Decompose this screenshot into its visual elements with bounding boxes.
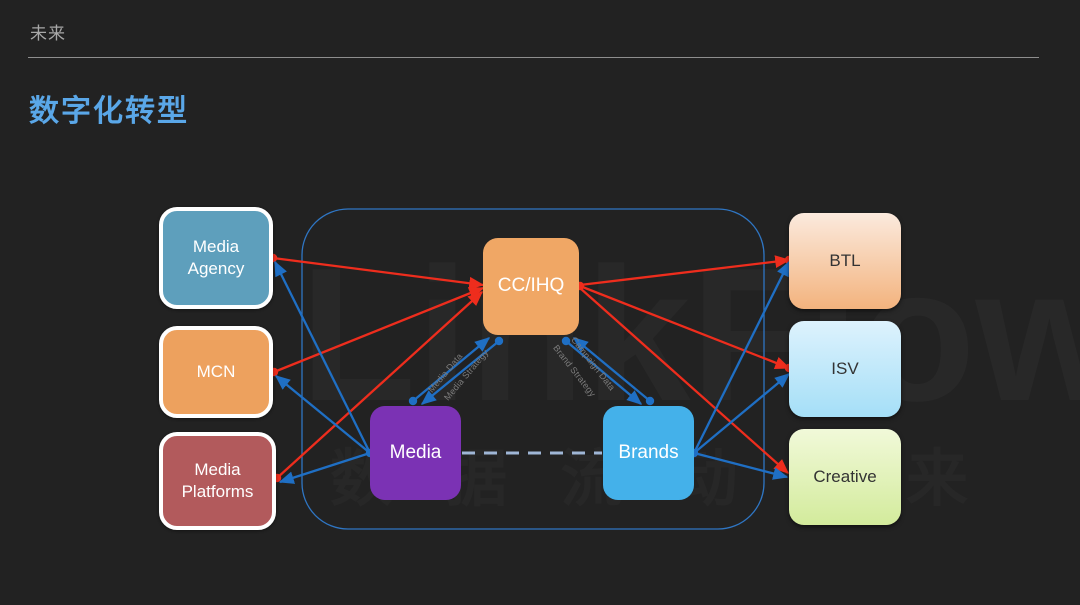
blue-endpoint-cc-bottom-right — [561, 336, 571, 346]
node-cc-ihq[interactable]: CC/IHQ — [483, 238, 579, 335]
node-media-platforms[interactable]: Media Platforms — [159, 432, 276, 530]
node-btl[interactable]: BTL — [789, 213, 901, 309]
node-brands[interactable]: Brands — [603, 406, 694, 500]
blue-edge-brands-to-cc — [572, 337, 651, 402]
red-edge-mcn-cc — [273, 286, 485, 374]
node-mcn[interactable]: MCN — [159, 326, 273, 418]
node-cc-ihq-label: CC/IHQ — [497, 275, 565, 297]
blue-edge-media-to-cc — [412, 337, 491, 402]
node-btl-label: BTL — [829, 251, 861, 271]
node-isv[interactable]: ISV — [789, 321, 901, 417]
blue-edge-media-to-mcn — [274, 375, 371, 454]
edge-label-brand-strategy: Brand Strategy — [551, 343, 598, 399]
slide-canvas: 未来 数字化转型 LinkFlow 数 据 流 动 起 来 — [0, 0, 1080, 605]
red-edge-cc-btl — [579, 255, 791, 287]
blue-edge-brands-to-isv — [693, 373, 791, 454]
edge-label-media-strategy: Media Strategy — [442, 347, 491, 403]
blue-endpoint-brands-top — [645, 396, 655, 406]
blue-endpoint-media-top — [408, 396, 418, 406]
digital-transformation-diagram: Media Data Media Strategy Brand Strategy… — [0, 0, 1080, 605]
blue-edge-cc-to-brands — [565, 340, 643, 405]
blue-endpoint-cc-bottom-left — [494, 336, 504, 346]
node-brands-label: Brands — [618, 441, 679, 463]
node-media[interactable]: Media — [370, 406, 461, 500]
blue-edge-media-to-media-agency — [273, 260, 372, 454]
blue-edge-media-to-media-platforms — [278, 451, 371, 484]
node-creative-label: Creative — [813, 467, 877, 487]
node-media-agency-label: Media Agency — [187, 237, 245, 278]
edge-label-media-data: Media Data — [426, 351, 465, 395]
red-edge-cc-isv — [579, 284, 791, 370]
node-media-agency[interactable]: Media Agency — [159, 207, 273, 309]
red-edge-media-agency-cc — [272, 256, 485, 290]
blue-edge-brands-to-creative — [693, 451, 789, 480]
node-mcn-label: MCN — [196, 362, 236, 382]
node-creative[interactable]: Creative — [789, 429, 901, 525]
node-isv-label: ISV — [831, 359, 859, 379]
edge-label-campaign-data: Campaign Data — [569, 335, 618, 393]
node-media-label: Media — [389, 441, 442, 463]
node-media-platforms-label: Media Platforms — [181, 460, 254, 501]
blue-edge-cc-to-media — [420, 340, 500, 405]
blue-edge-brands-to-btl — [692, 260, 791, 454]
